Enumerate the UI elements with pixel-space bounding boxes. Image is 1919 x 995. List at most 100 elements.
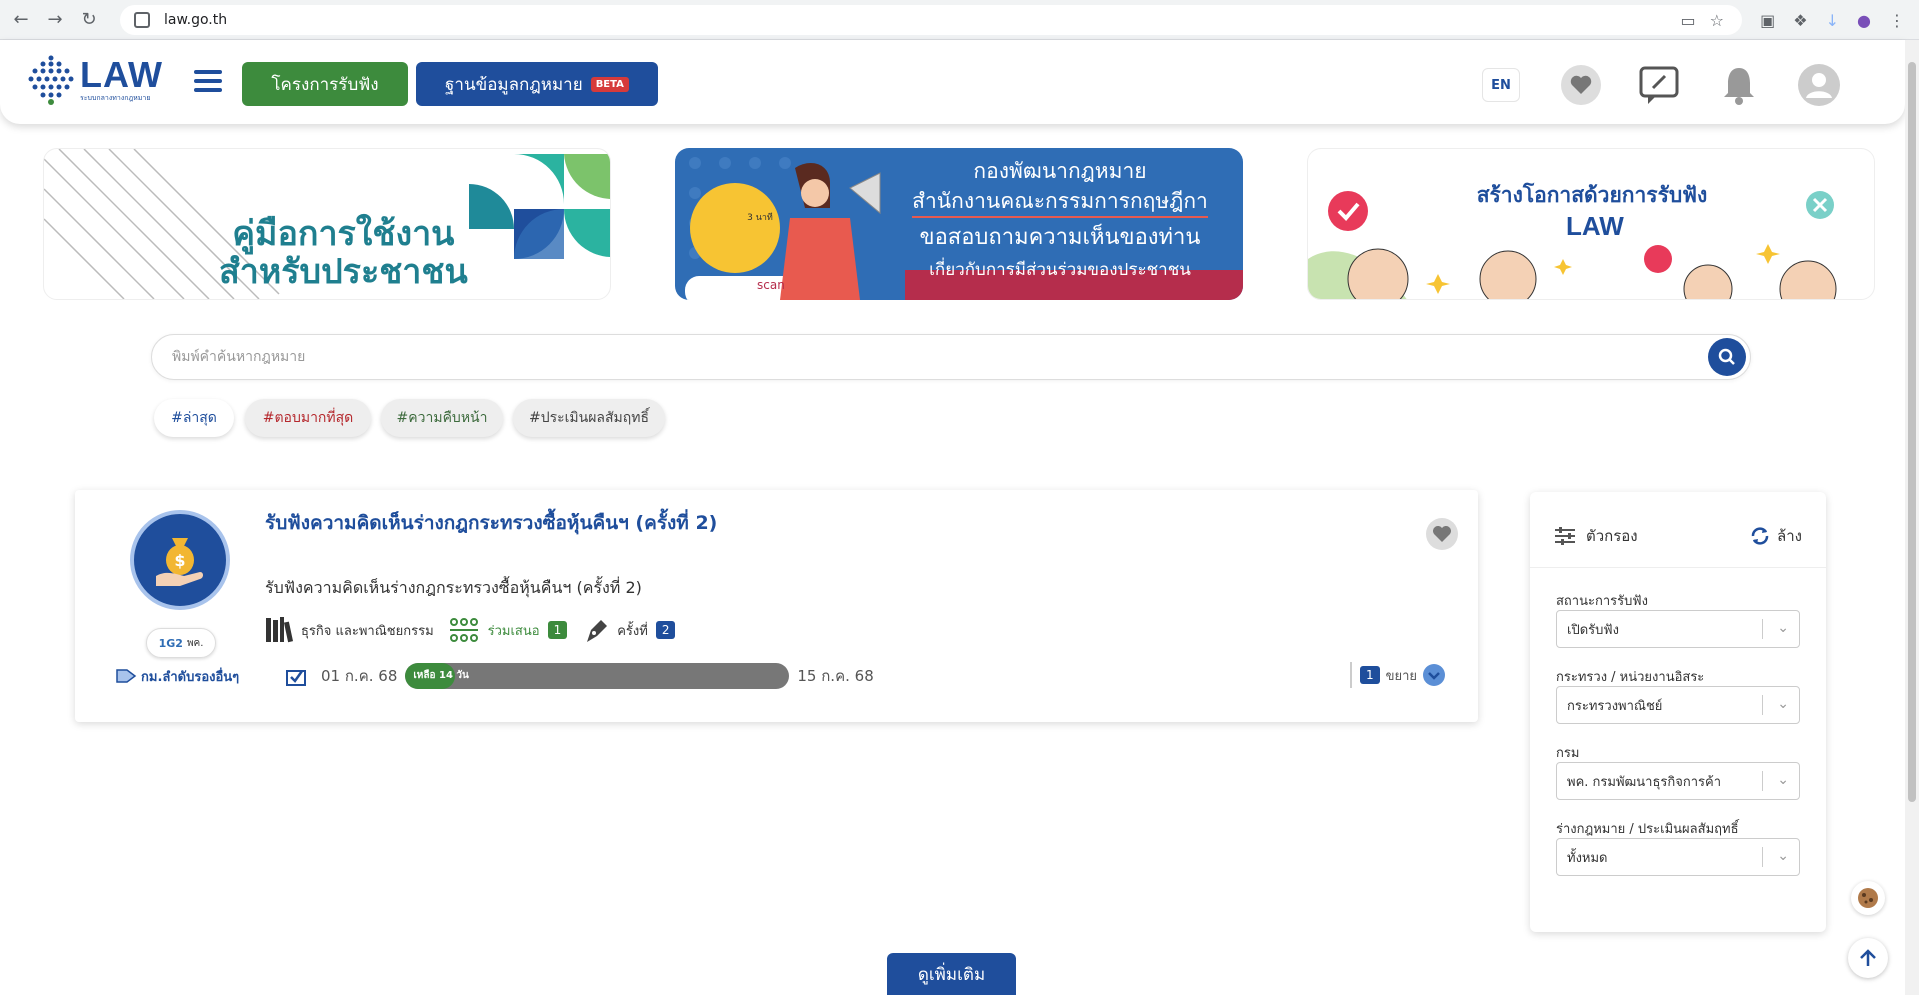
card-meta: ธุรกิจ และพาณิชยกรรม ร่วมเสนอ 1 ครั้งที่… [265,616,676,644]
department-value: พค. กรมพัฒนาธุรกิจการค้า [1567,774,1722,790]
type-label: ร่างกฎหมาย / ประเมินผลสัมฤทธิ์ [1556,822,1739,837]
ministry-value: กระทรวงพาณิชย์ [1567,698,1663,714]
site-info-icon[interactable] [134,12,150,28]
filter-title: ตัวกรอง [1586,526,1638,545]
end-date: 15 ก.ค. 68 [797,667,874,685]
banner-listening[interactable]: สร้างโอกาสด้วยการรับฟัง LAW [1307,148,1875,300]
chevron-down-icon: ⌄ [1777,848,1789,864]
sliders-icon [1555,526,1575,545]
ministry-select[interactable]: กระทรวงพาณิชย์ ⌄ [1556,686,1800,724]
ministry-label: กระทรวง / หน่วยงานอิสระ [1556,670,1705,685]
type-select[interactable]: ทั้งหมด ⌄ [1556,838,1800,876]
law-type-label: กม.ลำดับรองอื่นๆ [141,669,240,685]
card-favorite-heart-icon[interactable] [1426,518,1458,550]
filter-clear-button[interactable]: ล้าง [1749,524,1802,548]
chevron-down-icon[interactable] [1423,664,1445,686]
money-bag-icon: $ [130,510,230,610]
calendar-check-icon [286,670,306,686]
search-icon [1718,348,1735,365]
round-count: 2 [655,621,676,639]
participants-icon [449,618,478,642]
card-title[interactable]: รับฟังความคิดเห็นร่างกฎกระทรวงซื้อหุ้นคื… [265,508,717,538]
bookmark-star-icon[interactable]: ☆ [1710,11,1724,30]
books-icon [266,617,294,643]
back-icon[interactable]: ← [4,3,38,37]
hearing-card[interactable]: $ 1G2 พค. รับฟังความคิดเห็นร่างกฎกระทรวง… [75,490,1478,722]
pen-icon [587,620,608,642]
banner1-line1: คู่มือการใช้งาน [232,214,455,254]
install-app-icon[interactable]: ▭ [1681,11,1696,30]
search-placeholder: พิมพ์คำค้นหากฎหมาย [172,349,306,365]
menu-dots-icon[interactable]: ⋮ [1889,11,1905,30]
filter-clear-label: ล้าง [1777,526,1802,545]
law-logo[interactable]: LAW ระบบกลางทางกฎหมาย [28,54,163,106]
expand-label: ขยาย [1385,668,1417,684]
beta-badge: BETA [590,76,629,92]
arrow-up-icon [1860,949,1876,966]
banner-survey[interactable]: 3 นาที scan กองพัฒนากฎหมาย สำนักงานคณะกร… [675,148,1243,300]
banner2-scan: scan [757,278,785,292]
banner1-line2: สำหรับประชาชน [219,252,468,292]
logo-word: LAW [80,53,163,95]
agency-badge: 1G2 พค. [146,628,216,658]
chevron-down-icon: ⌄ [1777,620,1789,636]
page-scrollbar[interactable] [1905,40,1919,995]
puzzle-icon[interactable]: ❖ [1793,11,1807,30]
card-timeline: กม.ลำดับรองอื่นๆ 01 ก.ค. 68 เหลือ 14 วัน… [115,662,1445,690]
tag-progress[interactable]: #ความคืบหน้า [381,399,503,437]
search-button[interactable] [1708,338,1746,376]
download-icon[interactable]: ↓ [1826,11,1839,30]
banner3-line1: สร้างโอกาสด้วยการรับฟัง [1476,183,1708,207]
address-bar[interactable]: law.go.th ▭ ☆ [120,5,1742,35]
chevron-down-icon: ⌄ [1777,772,1789,788]
browser-toolbar: ← → ↻ law.go.th ▭ ☆ ▣ ❖ ↓ ● ⋮ [0,0,1919,40]
svg-text:$: $ [174,551,185,570]
participate-label: ร่วมเสนอ [487,623,540,639]
user-avatar-icon[interactable] [1798,64,1840,106]
round-label: ครั้งที่ [617,623,648,639]
profile-icon[interactable]: ● [1857,11,1871,30]
expand-count: 1 [1359,666,1380,684]
status-label: สถานะการรับฟัง [1556,594,1648,609]
time-progress-bar: เหลือ 14 วัน [405,663,790,689]
banner-user-manual[interactable]: คู่มือการใช้งาน สำหรับประชาชน [43,148,611,300]
department-select[interactable]: พค. กรมพัฒนาธุรกิจการค้า ⌄ [1556,762,1800,800]
reload-icon[interactable]: ↻ [72,3,106,37]
banner2-line1: กองพัฒนากฎหมาย [973,159,1147,183]
law-database-button[interactable]: ฐานข้อมูลกฎหมาย BETA [416,62,658,106]
tag-latest[interactable]: #ล่าสุด [154,399,234,437]
agency-short: พค. [186,637,204,649]
filter-panel: ตัวกรอง ล้าง สถานะการรับฟัง เปิดรับฟัง ⌄… [1530,492,1826,932]
agency-logo-icon: 1G2 [158,636,183,650]
see-more-button[interactable]: ดูเพิ่มเติม [887,953,1016,995]
scrollbar-thumb[interactable] [1908,62,1916,802]
tag-most-answered[interactable]: #ตอบมากที่สุด [245,399,371,437]
law-database-label: ฐานข้อมูลกฎหมาย [445,74,583,95]
logo-dots-icon [28,55,74,105]
notification-bell-icon[interactable] [1718,64,1760,106]
language-toggle[interactable]: EN [1482,68,1520,102]
scroll-to-top-button[interactable] [1848,938,1888,978]
extension-icon[interactable]: ▣ [1760,11,1775,30]
tag-evaluation[interactable]: #ประเมินผลสัมฤทธิ์ [513,399,665,437]
favorites-heart-icon[interactable] [1560,64,1602,106]
url-text: law.go.th [164,12,228,28]
category-label: ธุรกิจ และพาณิชยกรรม [301,623,434,639]
search-input[interactable]: พิมพ์คำค้นหากฎหมาย [151,334,1751,380]
status-value: เปิดรับฟัง [1567,622,1619,638]
hearing-projects-button[interactable]: โครงการรับฟัง [242,62,408,106]
tag-label-icon [116,669,137,683]
forward-icon[interactable]: → [38,3,72,37]
status-select[interactable]: เปิดรับฟัง ⌄ [1556,610,1800,648]
card-description: รับฟังความคิดเห็นร่างกฎกระทรวงซื้อหุ้นคื… [265,578,642,597]
remaining-days: เหลือ 14 วัน [413,670,469,681]
expand-toggle[interactable]: 1 ขยาย [1349,662,1445,688]
chevron-down-icon: ⌄ [1777,696,1789,712]
department-label: กรม [1556,746,1580,761]
banner3-logo: LAW [1566,211,1624,241]
feedback-chat-icon[interactable] [1638,64,1680,106]
refresh-icon [1751,526,1769,545]
hamburger-menu-icon[interactable] [194,70,222,94]
cookie-icon[interactable] [1851,881,1885,915]
banner2-badge: 3 นาที [747,213,773,223]
